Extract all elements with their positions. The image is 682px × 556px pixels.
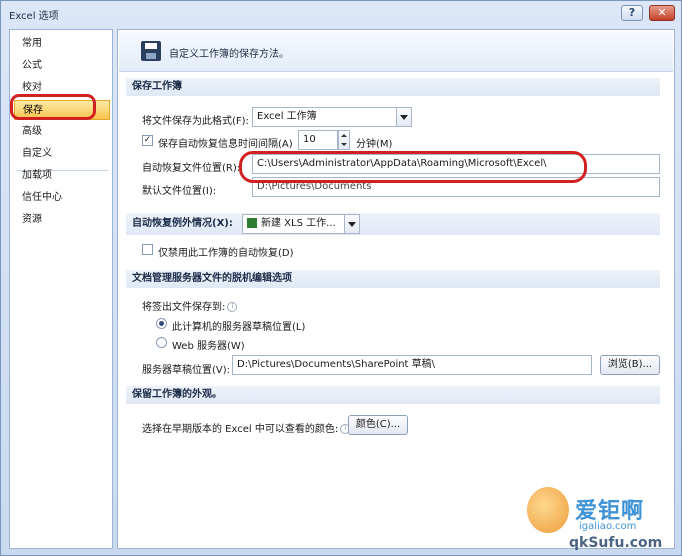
chevron-down-icon [344,215,359,233]
autorecover-checkbox[interactable]: ✓ [142,135,153,146]
nav-item-formulas[interactable]: 公式 [14,56,110,76]
page-header: 自定义工作簿的保存方法。 [119,31,673,72]
radio-web-server-label: Web 服务器(W) [172,341,245,352]
section-autorecover-exceptions: 自动恢复例外情况(X): [126,213,660,235]
autorecover-workbook-dropdown[interactable]: 新建 XLS 工作... [242,214,360,234]
excel-file-icon [247,218,257,228]
site-watermark: 爱钜啊 igaliao.com qkSufu.com [521,479,681,555]
drafts-location-input[interactable]: D:\Pictures\Documents\SharePoint 草稿\ [232,355,592,375]
disable-autorecover-checkbox[interactable] [142,244,153,255]
options-content: 自定义工作簿的保存方法。 保存工作簿 将文件保存为此格式(F): Excel 工… [117,29,675,549]
highlight-annotation-nav [10,94,96,120]
nav-item-customize[interactable]: 自定义 [14,144,110,164]
nav-item-advanced[interactable]: 高级 [14,122,110,142]
autorecover-workbook-value: 新建 XLS 工作... [261,218,336,229]
watermark-url-2: qkSufu.com [569,535,663,551]
autorecover-location-label: 自动恢复文件位置(R): [142,163,241,174]
floppy-disk-icon [141,41,161,61]
default-location-label: 默认文件位置(I): [142,186,217,197]
colors-label: 选择在早期版本的 Excel 中可以查看的颜色: i [142,420,351,435]
radio-server-drafts-label: 此计算机的服务器草稿位置(L) [172,322,306,333]
save-format-dropdown[interactable]: Excel 工作簿 [252,107,412,127]
nav-item-addins[interactable]: 加载项 [14,166,110,186]
disable-autorecover-label: 仅禁用此工作簿的自动恢复(D) [158,248,294,259]
info-icon: i [227,302,238,312]
window-title: Excel 选项 [9,11,59,22]
nav-item-common[interactable]: 常用 [14,34,110,54]
section-save-workbooks: 保存工作簿 [126,78,660,96]
mascot-logo-icon [527,487,569,533]
chevron-down-icon [396,108,411,126]
nav-item-resources[interactable]: 资源 [14,210,110,230]
save-format-label: 将文件保存为此格式(F): [142,116,249,127]
excel-options-dialog: Excel 选项 ? ✕ 常用 公式 校对 保存 高级 自定义 加载项 信任中心… [0,0,682,556]
help-button[interactable]: ? [621,5,643,21]
title-bar[interactable]: Excel 选项 ? ✕ [1,1,681,27]
drafts-location-label: 服务器草稿位置(V): [142,365,231,376]
page-title: 自定义工作簿的保存方法。 [169,49,289,60]
section-preserve-appearance: 保留工作簿的外观。 [126,386,660,404]
question-icon: ? [628,6,636,19]
radio-server-drafts[interactable] [156,318,167,329]
colors-button[interactable]: 颜色(C)... [348,415,408,435]
close-icon: ✕ [657,6,667,19]
autorecover-interval-label: 保存自动恢复信息时间间隔(A) [158,139,293,150]
autorecover-minutes-input[interactable]: 10 [298,130,338,150]
section-offline-editing: 文档管理服务器文件的脱机编辑选项 [126,270,660,288]
highlight-annotation-path [239,151,587,183]
browse-button[interactable]: 浏览(B)... [600,355,660,375]
autorecover-exceptions-title: 自动恢复例外情况(X): [132,218,233,229]
nav-item-trust-center[interactable]: 信任中心 [14,188,110,208]
radio-web-server[interactable] [156,337,167,348]
save-checked-out-label: 将签出文件保存到: i [142,298,238,313]
minutes-spinner[interactable] [338,130,350,150]
minutes-label: 分钟(M) [356,139,393,150]
save-format-value: Excel 工作簿 [257,111,317,122]
close-button[interactable]: ✕ [649,5,675,21]
watermark-url: igaliao.com [579,521,637,532]
